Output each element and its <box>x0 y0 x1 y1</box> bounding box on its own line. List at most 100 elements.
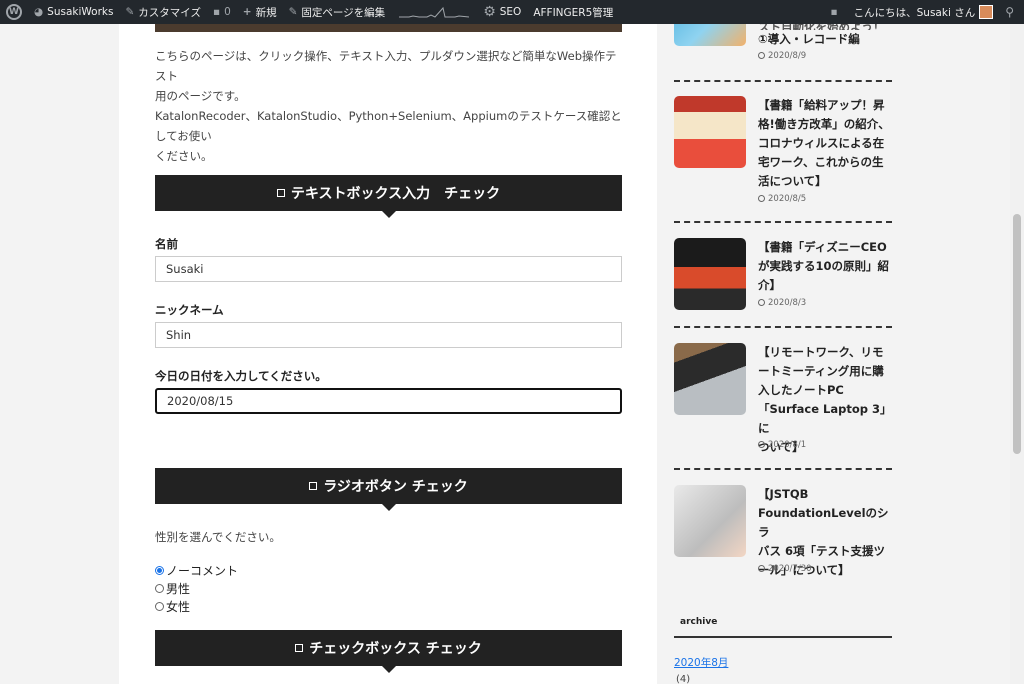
radio-label: 女性 <box>166 600 191 614</box>
post-title-line: コロナウィルスによる在 <box>758 136 885 150</box>
section-heading-text: ラジオボタン チェック <box>323 479 468 495</box>
seo-label: SEO <box>499 6 522 18</box>
post-title-line: 【書籍「給料アップ！昇 <box>758 98 885 112</box>
admin-bar: W ◕ SusakiWorks ✎ カスタマイズ ▪ 0 + 新規 ✎ 固定ページを編集 … <box>0 0 1024 24</box>
brush-icon: ✎ <box>125 6 135 18</box>
wordpress-icon: W <box>6 4 22 20</box>
post-title-line: 活について】 <box>758 174 827 188</box>
post-title-line: ①導入・レコード編 <box>758 32 860 46</box>
radio-button-selected[interactable] <box>155 566 164 575</box>
square-icon <box>295 644 304 652</box>
post-divider <box>674 221 892 223</box>
post-date: 2020/8/5 <box>758 194 806 204</box>
post-title-line: 介】 <box>758 278 781 292</box>
avatar <box>979 5 994 19</box>
post-title-line: 【書籍「ディズニーCEO <box>758 240 887 254</box>
post-title-line: 【リモートワーク、リモ <box>758 345 884 359</box>
nickname-label: ニックネーム <box>155 303 224 317</box>
post-date-text: 2020/8/3 <box>768 298 807 308</box>
clock-icon <box>758 52 765 59</box>
post-title[interactable]: 【書籍「ディズニーCEO が実践する10の原則」紹 介】 <box>758 238 893 295</box>
site-name-menu[interactable]: ◕ SusakiWorks <box>28 0 119 24</box>
post-date: 2020/8/9 <box>758 51 806 61</box>
radio-option[interactable]: ノーコメント <box>155 562 238 579</box>
search-icon: ⚲ <box>1005 5 1014 19</box>
intro-line: KatalonRecoder、KatalonStudio、Python+Sele… <box>155 109 622 143</box>
section-heading-text: テキストボックス入力 チェック <box>290 186 501 202</box>
search-menu[interactable]: ⚲ <box>999 0 1024 24</box>
post-title-line: が実践する10の原則」紹 <box>758 259 890 273</box>
radio-option[interactable]: 男性 <box>155 580 190 597</box>
comments-count: 0 <box>224 6 231 18</box>
stats-sparkline[interactable] <box>399 5 470 19</box>
comment-bubble-icon: ▪ <box>830 6 838 18</box>
customize-menu[interactable]: ✎ カスタマイズ <box>119 0 207 24</box>
hero-image <box>155 24 622 32</box>
square-icon <box>276 189 285 197</box>
post-date-text: 2020/7/30 <box>768 564 812 574</box>
section-heading-textbox: テキストボックス入力 チェック <box>155 175 622 218</box>
post-thumbnail[interactable] <box>674 96 746 168</box>
seo-menu[interactable]: ⚙ SEO <box>477 0 527 24</box>
dashboard-icon: ◕ <box>34 6 44 18</box>
post-thumbnail[interactable] <box>674 238 746 310</box>
post-title-line: バス 6項「テスト支援ツ <box>758 544 886 558</box>
gear-icon: ⚙ <box>483 4 496 20</box>
post-date-text: 2020/8/1 <box>768 440 807 450</box>
pencil-icon: ✎ <box>288 6 298 18</box>
post-title-line: FoundationLevelのシラ <box>758 506 889 539</box>
main-content: こちらのページは、クリック操作、テキスト入力、プルダウン選択など簡単なWeb操作… <box>119 24 657 684</box>
radio-label: ノーコメント <box>166 564 239 578</box>
intro-line: こちらのページは、クリック操作、テキスト入力、プルダウン選択など簡単なWeb操作… <box>155 49 617 83</box>
archive-link-2020-08[interactable]: 2020年8月 <box>674 655 728 670</box>
post-date: 2020/8/3 <box>758 298 806 308</box>
post-divider <box>674 80 892 82</box>
edit-page-menu[interactable]: ✎ 固定ページを編集 <box>283 0 392 24</box>
notification-menu[interactable]: ▪ <box>825 0 848 24</box>
intro-line: 用のページです。 <box>155 89 246 103</box>
post-title-line: 格!働き方改革」の紹介、 <box>758 117 890 131</box>
section-heading-radio: ラジオボタン チェック <box>155 468 622 511</box>
radio-label: 男性 <box>166 582 191 596</box>
comment-icon: ▪ <box>212 6 221 18</box>
post-title-line: 【JSTQB <box>758 487 809 501</box>
date-input[interactable] <box>155 388 622 414</box>
site-name: SusakiWorks <box>47 6 114 18</box>
new-label: 新規 <box>255 6 277 19</box>
post-title-line: 入したノートPC <box>758 383 844 397</box>
radio-button[interactable] <box>155 602 164 611</box>
post-date-text: 2020/8/5 <box>768 194 807 204</box>
plus-icon: + <box>242 6 252 18</box>
post-title-line: 「Surface Laptop 3」に <box>758 402 892 435</box>
post-title-line: ートミーティング用に購 <box>758 364 884 378</box>
wp-logo-menu[interactable]: W <box>0 0 28 24</box>
archive-count: (4) <box>676 674 691 684</box>
clock-icon <box>758 299 765 306</box>
archive-title: archive <box>680 617 718 627</box>
comments-menu[interactable]: ▪ 0 <box>207 0 237 24</box>
post-thumbnail[interactable] <box>674 343 746 415</box>
gender-prompt: 性別を選んでください。 <box>155 530 281 544</box>
section-heading-text: チェックボックス チェック <box>309 641 482 657</box>
post-date-text: 2020/8/9 <box>768 51 807 61</box>
post-title[interactable]: ①導入・レコード編 <box>758 30 893 49</box>
scrollbar-thumb[interactable] <box>1013 214 1021 454</box>
radio-button[interactable] <box>155 584 164 593</box>
radio-option[interactable]: 女性 <box>155 598 190 615</box>
clock-icon <box>758 565 765 572</box>
page-scrollbar[interactable] <box>1010 24 1024 684</box>
nickname-input[interactable] <box>155 322 622 348</box>
account-menu[interactable]: こんにちは、Susaki さん <box>848 0 1000 24</box>
post-date: 2020/7/30 <box>758 564 812 574</box>
post-title-line: 宅ワーク、これからの生 <box>758 155 884 169</box>
post-divider <box>674 326 892 328</box>
name-label: 名前 <box>155 237 178 251</box>
name-input[interactable] <box>155 256 622 282</box>
post-title[interactable]: 【書籍「給料アップ！昇 格!働き方改革」の紹介、 コロナウィルスによる在 宅ワー… <box>758 96 893 191</box>
date-label: 今日の日付を入力してください。 <box>155 369 327 383</box>
archive-underline <box>674 636 892 638</box>
new-content-menu[interactable]: + 新規 <box>237 0 283 24</box>
post-date: 2020/8/1 <box>758 440 806 450</box>
affinger-menu[interactable]: AFFINGER5管理 <box>527 0 619 24</box>
post-thumbnail[interactable] <box>674 485 746 557</box>
